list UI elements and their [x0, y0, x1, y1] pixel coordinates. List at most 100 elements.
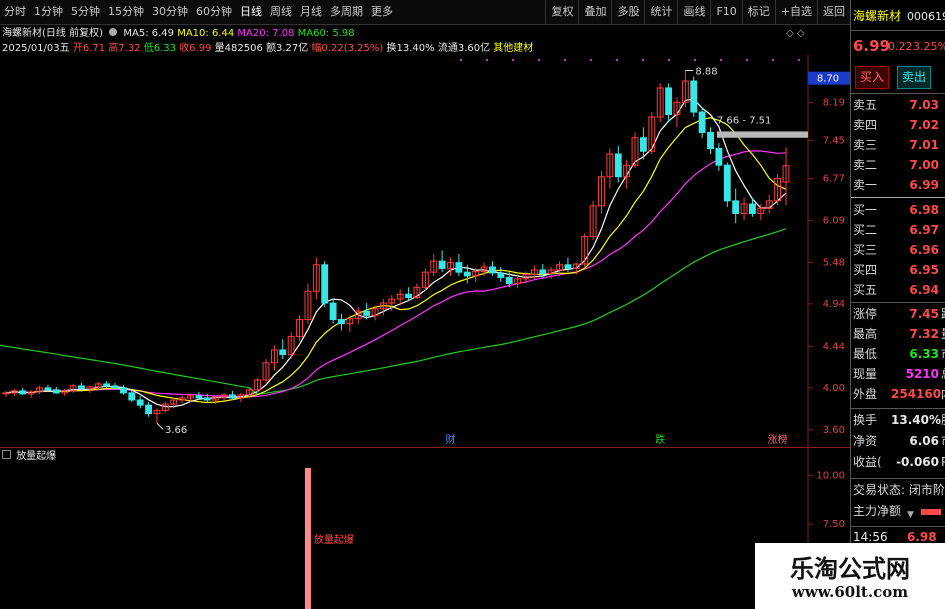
bid-level-1-value: 6.98 [909, 203, 939, 217]
signal-bar [304, 468, 311, 609]
period-tab-9[interactable]: 多周期 [326, 0, 367, 24]
stat-4-label: 外盘 [853, 387, 878, 401]
main-flow-row[interactable]: 主力净额 ▼ [851, 502, 945, 521]
quote-panel: 海螺新材 000619 6.99 0.22 3.25% 买入 卖出 卖五 7.03… [850, 0, 945, 609]
stat2-1: 净资 6.06市 [851, 432, 945, 451]
stat2-1-value: 6.06 [909, 434, 939, 448]
divider [851, 526, 945, 527]
bid-level-3: 买三 6.96 [851, 241, 945, 260]
bar-date: 2025/01/03五 [2, 43, 70, 54]
range-band [716, 131, 808, 138]
period-tab-3[interactable]: 15分钟 [104, 0, 148, 24]
ask-level-3-label: 卖三 [853, 138, 878, 152]
toolbar-button-3[interactable]: 统计 [644, 0, 677, 24]
price-change: 0.22 [888, 40, 913, 53]
chevron-down-icon[interactable]: ▼ [907, 506, 914, 525]
ask-level-4-value: 7.02 [909, 118, 939, 132]
watermark-title: 乐淘公式网 [790, 555, 910, 583]
y-tick-label: 4.94 [823, 299, 845, 310]
candle-body [111, 385, 119, 389]
stat2-1-label: 净资 [853, 434, 878, 448]
candle-body [715, 148, 723, 166]
y-tick-label: 4.00 [823, 383, 845, 394]
candle-body [505, 276, 513, 284]
ask-level-1-label: 卖一 [853, 178, 878, 192]
bid-level-2-value: 6.97 [909, 223, 939, 237]
candle-body [405, 293, 413, 298]
bid-level-5-label: 买五 [853, 283, 878, 297]
toolbar-button-2[interactable]: 多股 [611, 0, 644, 24]
top-marker-dot [564, 59, 566, 61]
ask-level-5-label: 卖五 [853, 98, 878, 112]
period-tab-7[interactable]: 周线 [266, 0, 296, 24]
candle-body [690, 80, 698, 113]
candle-body [103, 383, 111, 387]
top-marker-dot [668, 59, 670, 61]
watermark-url: www.60lt.com [791, 583, 909, 601]
divider [851, 197, 945, 198]
candle-body [78, 385, 85, 390]
bid-level-4: 买四 6.95 [851, 261, 945, 280]
candle-body [732, 200, 740, 214]
stat2-0: 换手 13.40%股 [851, 411, 945, 430]
toolbar-button-4[interactable]: 画线 [677, 0, 710, 24]
flow-bar [921, 509, 941, 515]
chart-title: 海螺新材(日线 前复权) [2, 28, 103, 39]
toolbar-button-6[interactable]: 标记 [741, 0, 775, 24]
stat-0-tail: 跌 [941, 305, 945, 324]
stat2-2: 收益(-0.060P [851, 453, 945, 472]
stat-2-label: 最低 [853, 347, 878, 361]
top-marker-dot [642, 59, 644, 61]
ask-level-2: 卖二 7.00 [851, 156, 945, 175]
candle-body [614, 153, 622, 178]
settings-icon[interactable] [109, 28, 118, 36]
range-annotation-label: 7.66 - 7.51 [717, 115, 772, 126]
candle-body [639, 137, 647, 152]
candlestick-chart[interactable]: 8.19 7.45 6.77 6.09 5.48 4.94 4.44 4.00 3.60 8.70… [0, 55, 850, 447]
indicator-tick-label: 7.50 [823, 519, 845, 530]
candle-body [723, 164, 731, 202]
stat-2: 最低 6.33市 [851, 345, 945, 364]
chart-nav-icons[interactable]: ◇ ◇ [786, 28, 805, 39]
bid-level-5-value: 6.94 [909, 283, 939, 297]
period-tab-5[interactable]: 60分钟 [192, 0, 236, 24]
close-value: 收6.99 [179, 43, 212, 54]
bid-level-2-label: 买二 [853, 223, 878, 237]
candle-body [497, 272, 505, 278]
toolbar-button-0[interactable]: 复权 [545, 0, 578, 24]
period-tab-8[interactable]: 月线 [296, 0, 326, 24]
toolbar-button-1[interactable]: 叠加 [578, 0, 611, 24]
period-tab-10[interactable]: 更多 [367, 0, 397, 24]
candle-body [707, 131, 714, 150]
buy-button[interactable]: 买入 [855, 66, 889, 89]
period-tab-0[interactable]: 分时 [0, 0, 30, 24]
top-marker-dot [486, 59, 488, 61]
sell-button[interactable]: 卖出 [897, 66, 931, 89]
ask-level-5: 卖五 7.03 [851, 96, 945, 115]
trade-status-row: 交易状态: 闭市阶段 [851, 481, 945, 500]
indicator-chart[interactable]: 10.007.505.00放量起爆 [0, 448, 850, 609]
ask-level-1: 卖一 6.99 [851, 176, 945, 195]
current-price-label: 8.70 [817, 74, 839, 85]
ask-level-3-value: 7.01 [909, 138, 939, 152]
main-flow-label: 主力净额 [853, 504, 902, 518]
period-tab-6[interactable]: 日线 [236, 0, 266, 24]
period-tab-1[interactable]: 1分钟 [30, 0, 67, 24]
candle-body [749, 203, 756, 214]
period-tab-2[interactable]: 5分钟 [67, 0, 104, 24]
stat2-0-tail: 股 [941, 411, 945, 430]
toolbar-button-5[interactable]: F10 [710, 0, 741, 24]
low-annotation-line [156, 422, 164, 430]
float-value: 流通3.60亿 [437, 43, 491, 54]
candle-body [463, 271, 471, 277]
top-marker-dot [590, 59, 592, 61]
stat-4-value: 254160 [891, 387, 942, 401]
ma60-label: MA60: 5.98 [297, 28, 355, 39]
period-tab-4[interactable]: 30分钟 [148, 0, 192, 24]
toolbar-button-7[interactable]: +自选 [774, 0, 817, 24]
toolbar-button-8[interactable]: 返回 [817, 0, 850, 24]
quote-header: 海螺新材 000619 [851, 7, 945, 26]
stat-1-label: 最高 [853, 327, 878, 341]
bid-level-4-value: 6.95 [909, 263, 939, 277]
ma20-line [5, 150, 787, 398]
